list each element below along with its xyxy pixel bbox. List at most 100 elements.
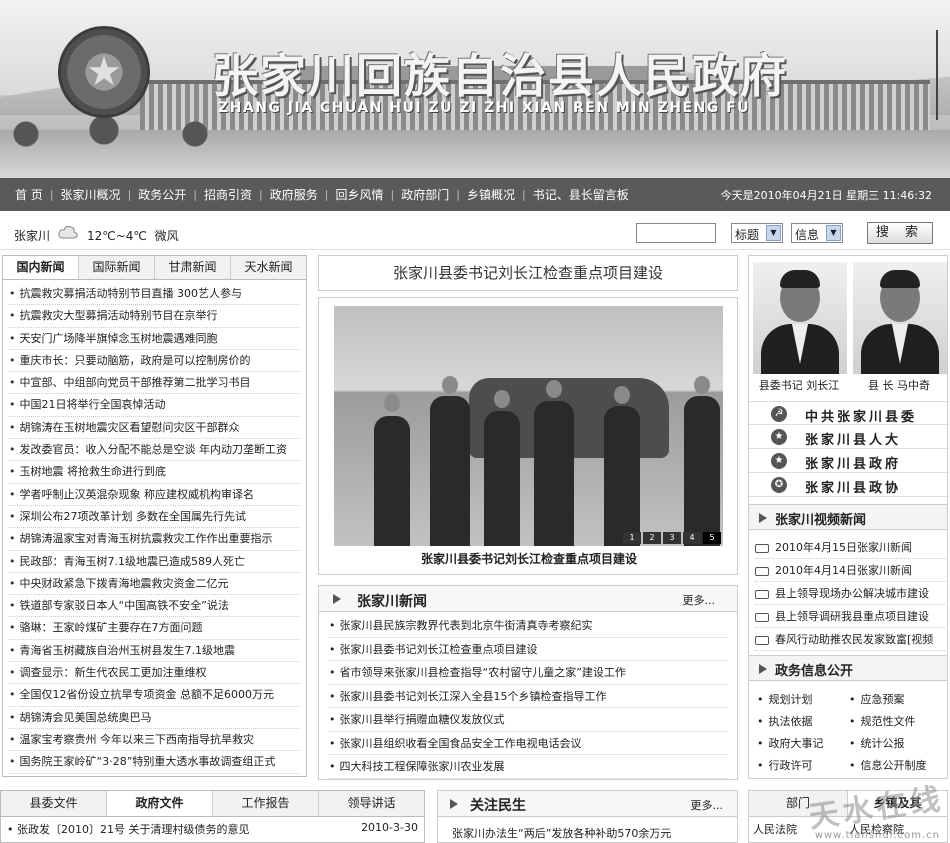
list-item[interactable]: 玉树地震 将抢救生命进行到底 — [9, 461, 300, 484]
leader-label[interactable]: 县委书记 刘长江 — [749, 377, 849, 393]
tab-international-news[interactable]: 国际新闻 — [79, 256, 155, 279]
gov-info-link[interactable]: 规划计划 — [757, 691, 813, 707]
tab-tianshui-news[interactable]: 天水新闻 — [231, 256, 306, 279]
video-news-item[interactable]: 2010年4月15日张家川新闻 — [755, 536, 945, 559]
gov-info-link[interactable]: 执法依据 — [757, 713, 813, 729]
tab-work-reports[interactable]: 工作报告 — [213, 791, 319, 816]
list-item[interactable]: 胡锦涛温家宝对青海玉树抗震救灾工作作出重要指示 — [9, 528, 300, 551]
leader-label[interactable]: 县 长 马中奇 — [849, 377, 949, 393]
list-item[interactable]: 发改委官员：收入分配不能总是空谈 年内动刀垄断工资 — [9, 439, 300, 462]
org-label: 张家川县政协 — [805, 481, 902, 496]
gov-info-link[interactable]: 政府大事记 — [757, 735, 824, 751]
list-item[interactable]: 青海省玉树藏族自治州玉树县发生7.1级地震 — [9, 640, 300, 663]
search-input[interactable] — [636, 223, 716, 243]
video-news-label: 2010年4月14日张家川新闻 — [775, 564, 912, 577]
list-item[interactable]: 四大科技工程保障张家川农业发展 — [329, 755, 727, 779]
gov-info-link[interactable]: 行政许可 — [757, 757, 813, 773]
list-item[interactable]: 调查显示：新生代农民工更加注重维权 — [9, 662, 300, 685]
list-item[interactable]: 抗震救灾大型募捐活动特别节目在京举行 — [9, 305, 300, 328]
tab-party-docs[interactable]: 县委文件 — [1, 791, 107, 816]
slide-page-button[interactable]: 5 — [703, 532, 721, 544]
org-link-government[interactable]: ★ 张家川县政府 — [749, 449, 947, 473]
video-news-label: 春风行动助推农民发家致富[视频 — [775, 633, 934, 646]
list-item[interactable]: 学者呼制止汉英混杂现象 称应建权威机构审译名 — [9, 484, 300, 506]
list-item[interactable]: 胡锦涛会见美国总统奥巴马 — [9, 707, 300, 729]
tab-gansu-news[interactable]: 甘肃新闻 — [155, 256, 231, 279]
video-camera-icon — [755, 589, 769, 599]
photo-person — [684, 396, 720, 546]
list-item[interactable]: 抗震救灾募捐活动特别节目直播 300艺人参与 — [9, 283, 300, 306]
list-item[interactable]: 温家宝考察贵州 今年以来三下西南指导抗旱救灾 — [9, 729, 300, 752]
photo-caption[interactable]: 张家川县委书记刘长江检查重点项目建设 — [319, 550, 739, 567]
list-item[interactable]: 中国21日将举行全国哀悼活动 — [9, 394, 300, 417]
gov-info-link[interactable]: 信息公开制度 — [849, 757, 927, 773]
list-item[interactable]: 胡锦涛在玉树地震灾区看望慰问灾区干部群众 — [9, 417, 300, 440]
list-item[interactable]: 骆琳：王家岭煤矿主要存在7方面问题 — [9, 617, 300, 640]
nav-services[interactable]: 政府服务 — [263, 186, 325, 203]
nav-towns[interactable]: 乡镇概况 — [460, 186, 522, 203]
list-item[interactable]: 深圳公布27项改革计划 多数在全国属先行先试 — [9, 506, 300, 529]
more-link[interactable]: 更多... — [691, 797, 724, 813]
search-button[interactable]: 搜 索 — [867, 222, 933, 244]
news-list: 抗震救灾募捐活动特别节目直播 300艺人参与 抗震救灾大型募捐活动特别节目在京举… — [3, 280, 306, 774]
triangle-bullet-icon — [450, 799, 458, 809]
tab-gov-docs[interactable]: 政府文件 — [107, 791, 213, 816]
nav-departments[interactable]: 政府部门 — [394, 186, 456, 203]
org-link-party[interactable]: ☭ 中共张家川县委 — [749, 401, 947, 425]
nav-investment[interactable]: 招商引资 — [197, 186, 259, 203]
photo-head — [494, 390, 510, 408]
weather-temp: 12℃~4℃ 微风 — [87, 227, 179, 244]
search-type-select[interactable]: 信息 ▼ — [791, 223, 843, 243]
video-camera-icon — [755, 635, 769, 645]
list-item[interactable]: 中宣部、中组部向党员干部推荐第二批学习书目 — [9, 372, 300, 395]
list-item[interactable]: 全国仅12省份设立抗旱专项资金 总额不足6000万元 — [9, 684, 300, 707]
slide-page-button[interactable]: 4 — [683, 532, 701, 544]
banner-trees — [0, 110, 260, 150]
nav-home[interactable]: 首 页 — [8, 186, 50, 203]
org-link-cppcc[interactable]: ✪ 张家川县政协 — [749, 473, 947, 497]
video-news-item[interactable]: 春风行动助推农民发家致富[视频 — [755, 628, 945, 651]
nav-gov-affairs[interactable]: 政务公开 — [131, 186, 193, 203]
video-news-item[interactable]: 县上领导调研我县重点项目建设 — [755, 605, 945, 628]
more-link[interactable]: 更多... — [683, 592, 716, 608]
list-item[interactable]: 张家川办法生“两后”发放各种补助570余万元 — [452, 825, 671, 841]
nav-message-board[interactable]: 书记、县长留言板 — [526, 186, 636, 203]
list-item[interactable]: 天安门广场降半旗悼念玉树地震遇难同胞 — [9, 328, 300, 350]
department-link[interactable]: 人民法院 — [753, 821, 797, 837]
list-item[interactable]: 张家川县委书记刘长江检查重点项目建设 — [329, 638, 727, 661]
gov-info-link[interactable]: 应急预案 — [849, 691, 905, 707]
slide-page-button[interactable]: 2 — [643, 532, 661, 544]
triangle-bullet-icon — [759, 664, 767, 674]
list-item[interactable]: 张家川县委书记刘长江深入全县15个乡镇检查指导工作 — [329, 685, 727, 708]
list-item[interactable]: 中央财政紧急下拨青海地震救灾资金二亿元 — [9, 573, 300, 596]
video-news-label: 2010年4月15日张家川新闻 — [775, 541, 912, 554]
list-item[interactable]: 张家川县举行捐赠血糖仪发放仪式 — [329, 708, 727, 732]
nav-culture[interactable]: 回乡风情 — [328, 186, 390, 203]
slide-page-button[interactable]: 3 — [663, 532, 681, 544]
slide-page-button[interactable]: 1 — [623, 532, 641, 544]
list-item[interactable]: 国务院王家岭矿“3·28”特别重大透水事故调查组正式 — [9, 751, 300, 774]
list-item[interactable]: 省市领导来张家川县检查指导“农村留守儿童之家”建设工作 — [329, 661, 727, 685]
video-news-item[interactable]: 县上领导现场办公解决城市建设 — [755, 582, 945, 605]
list-item[interactable]: 铁道部专家驳日本人“中国高铁不安全”说法 — [9, 595, 300, 618]
news-photo[interactable]: 1 2 3 4 5 — [334, 306, 723, 546]
video-news-item[interactable]: 2010年4月14日张家川新闻 — [755, 559, 945, 582]
headline-banner[interactable]: 张家川县委书记刘长江检查重点项目建设 — [318, 255, 738, 291]
tab-domestic-news[interactable]: 国内新闻 — [3, 256, 79, 279]
tab-speeches[interactable]: 领导讲话 — [319, 791, 424, 816]
list-item[interactable]: 重庆市长：只要动脑筋，政府是可以控制房价的 — [9, 350, 300, 373]
list-item[interactable]: 张家川县民族宗教界代表到北京牛街清真寺考察纪实 — [329, 614, 727, 638]
document-item[interactable]: • 张政发〔2010〕21号 关于清理村级债务的意见 2010-3-30 — [7, 821, 422, 837]
photo-person — [484, 411, 520, 546]
list-item[interactable]: 张家川县组织收看全国食品安全工作电视电话会议 — [329, 732, 727, 755]
org-link-congress[interactable]: ★ 张家川县人大 — [749, 425, 947, 449]
gov-info-link[interactable]: 规范性文件 — [849, 713, 916, 729]
search-field-select[interactable]: 标题 ▼ — [731, 223, 783, 243]
weather-wind: 微风 — [154, 229, 179, 243]
leader-photo[interactable] — [753, 262, 847, 374]
gov-info-link[interactable]: 统计公报 — [849, 735, 905, 751]
nav-overview[interactable]: 张家川概况 — [54, 186, 128, 203]
leader-photo[interactable] — [853, 262, 947, 374]
list-item[interactable]: 民政部：青海玉树7.1级地震已造成589人死亡 — [9, 551, 300, 573]
section-title: 关注民生 — [470, 798, 526, 814]
